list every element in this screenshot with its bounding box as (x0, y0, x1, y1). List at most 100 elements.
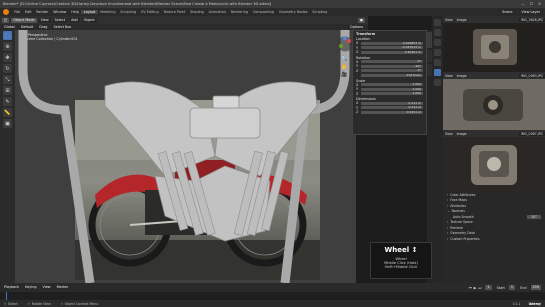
current-frame-field[interactable]: 1 (485, 285, 492, 290)
keystroke-overlay: Wheel ↕ Wheel Middle Click (Hold) Shift+… (370, 242, 432, 279)
scale-z-field[interactable]: 1.000 (361, 91, 423, 96)
status-select: Select (7, 301, 18, 306)
tab-shading[interactable]: Shading (188, 10, 207, 14)
image-name-field[interactable]: IMG_3626.JPG (518, 17, 545, 22)
transform-tool-icon[interactable]: ⊞ (3, 86, 12, 95)
minimize-button[interactable]: — (521, 2, 525, 6)
rotation-mode-dropdown[interactable]: XYZ Euler (361, 73, 423, 77)
view-menu[interactable]: View (443, 132, 455, 136)
menu-window[interactable]: Window (51, 10, 69, 14)
tool-properties-icon[interactable] (434, 19, 441, 26)
toolshelf: ⬚ ⊕ ✥ ↻ ⤡ ⊞ ✎ 📏 ▣ (0, 30, 15, 283)
tab-modeling[interactable]: Modeling (98, 10, 118, 14)
menu-render[interactable]: Render (34, 10, 51, 14)
rotate-tool-icon[interactable]: ↻ (3, 64, 12, 73)
auto-smooth-field[interactable]: 30° (527, 214, 541, 219)
menu-file[interactable]: File (12, 10, 22, 14)
data-properties-icon[interactable] (434, 69, 441, 76)
modifier-properties-icon[interactable] (434, 59, 441, 66)
tab-sculpting[interactable]: Sculpting (118, 10, 139, 14)
view-menu[interactable]: View (38, 17, 51, 23)
tab-texture-paint[interactable]: Texture Paint (161, 10, 188, 14)
tab-compositing[interactable]: Compositing (250, 10, 276, 14)
pan-icon[interactable]: ✋ (341, 64, 347, 70)
tab-layout[interactable]: Layout (81, 10, 98, 14)
location-z-field[interactable]: 0.40301 m (361, 50, 423, 54)
end-label: End (520, 285, 527, 290)
end-frame-field[interactable]: 250 (530, 285, 541, 290)
object-menu[interactable]: Object (81, 17, 97, 23)
pivot-dropdown[interactable]: Default (18, 24, 36, 30)
image-menu[interactable]: Image (455, 74, 469, 78)
rotation-y-field[interactable]: -90° (361, 64, 423, 68)
cursor-tool-icon[interactable]: ⊕ (3, 42, 12, 51)
start-frame-field[interactable]: 1 (508, 285, 516, 290)
select-tool-icon[interactable]: ⬚ (3, 31, 12, 40)
chevron-right-icon: › (447, 225, 449, 230)
scale-x-field[interactable]: 1.000 (361, 82, 423, 87)
view-menu[interactable]: View (443, 74, 455, 78)
tab-geometry-nodes[interactable]: Geometry Nodes (276, 10, 309, 14)
rotation-z-field[interactable]: 0° (361, 68, 423, 73)
move-tool-icon[interactable]: ✥ (3, 53, 12, 62)
editor-type-button[interactable]: ◫ (2, 17, 10, 23)
jump-end-icon[interactable]: ⏭ (478, 286, 481, 290)
select-box-dropdown[interactable]: Select Box (51, 24, 74, 30)
navigation-gizmo[interactable] (337, 36, 353, 52)
image-name-field[interactable]: IMG_0067.JPG (518, 131, 545, 136)
shading-solid-button[interactable]: ● (358, 17, 365, 23)
play-icon[interactable]: ▶ (474, 286, 477, 290)
viewport-3d[interactable]: User Perspective (1) Scene Collection | … (15, 30, 356, 283)
tab-uv-editing[interactable]: UV Editing (139, 10, 161, 14)
zoom-icon[interactable]: 🔍 (341, 56, 347, 62)
image-menu[interactable]: Image (455, 132, 469, 136)
add-menu[interactable]: Add (69, 17, 80, 23)
image-menu[interactable]: Image (455, 18, 469, 22)
tab-scripting[interactable]: Scripting (310, 10, 330, 14)
blender-logo-icon[interactable] (3, 9, 9, 15)
dimensions-z-field[interactable]: 0.0151 m (361, 110, 423, 114)
marker-menu[interactable]: Marker (54, 285, 71, 290)
jump-start-icon[interactable]: ⏮ (469, 286, 472, 290)
scene-selector[interactable]: Scene (500, 9, 515, 15)
orientation-dropdown[interactable]: Global (2, 24, 17, 30)
engine-mesh[interactable] (95, 66, 325, 266)
tooltip-line: Shift+Middle Click (384, 265, 418, 269)
output-properties-icon[interactable] (434, 39, 441, 46)
view-menu[interactable]: View (443, 18, 455, 22)
options-dropdown[interactable]: Options (347, 24, 365, 30)
render-properties-icon[interactable] (434, 29, 441, 36)
scale-tool-icon[interactable]: ⤡ (3, 75, 12, 84)
keying-menu[interactable]: Keying (23, 285, 39, 290)
list-item[interactable]: › Custom Properties (443, 236, 545, 242)
drag-dropdown[interactable]: Drag (37, 24, 50, 30)
image-name-field[interactable]: IMG_0063.JPG (518, 73, 545, 78)
timeline-scrubber[interactable] (0, 292, 545, 300)
view-layer-selector[interactable]: View Layer (519, 9, 542, 15)
add-cube-tool-icon[interactable]: ▣ (3, 119, 12, 128)
location-y-field[interactable]: -0.047012 m (361, 45, 423, 50)
maximize-button[interactable]: ☐ (530, 2, 533, 6)
timeline-view-menu[interactable]: View (40, 285, 53, 290)
menu-help[interactable]: Help (69, 10, 82, 14)
version-label: 3.4.1 (512, 301, 521, 306)
playback-menu[interactable]: Playback (2, 285, 22, 290)
image-editor-2: View Image IMG_0063.JPG (443, 72, 545, 130)
engine-photo (443, 137, 545, 192)
chevron-right-icon: › (447, 231, 449, 236)
close-button[interactable]: ✕ (538, 2, 541, 6)
measure-tool-icon[interactable]: 📏 (3, 108, 12, 117)
object-properties-icon[interactable] (434, 49, 441, 56)
camera-view-icon[interactable]: 🎥 (341, 72, 347, 78)
tab-rendering[interactable]: Rendering (228, 10, 250, 14)
tab-animation[interactable]: Animation (206, 10, 228, 14)
playhead[interactable] (6, 292, 7, 300)
rotation-x-field[interactable]: 0° (361, 59, 423, 64)
annotate-tool-icon[interactable]: ✎ (3, 97, 12, 106)
transform-title: Transform (356, 32, 376, 36)
select-menu[interactable]: Select (52, 17, 68, 23)
material-properties-icon[interactable] (434, 79, 441, 86)
dimensions-y-field[interactable]: 0.111 m (361, 105, 423, 110)
mode-dropdown[interactable]: Object Mode (11, 17, 37, 23)
menu-edit[interactable]: Edit (22, 10, 33, 14)
